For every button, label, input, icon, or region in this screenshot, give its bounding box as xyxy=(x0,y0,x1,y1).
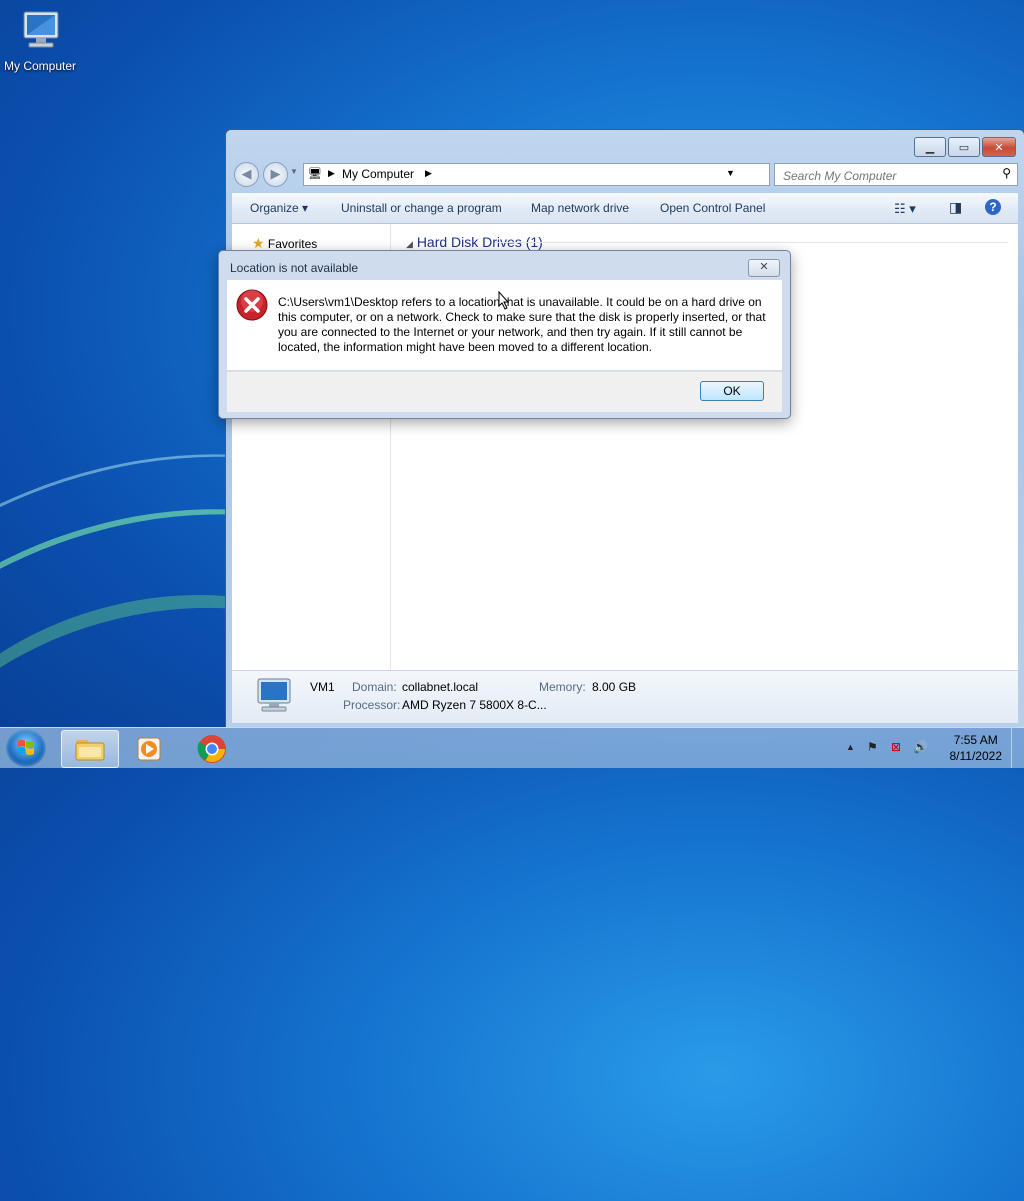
forward-button[interactable]: ▶ xyxy=(263,162,288,187)
error-dialog: Location is not available ✕ C:\Users\vm1… xyxy=(218,250,791,419)
change-view-icon[interactable]: ☷ ▾ xyxy=(894,201,916,217)
command-bar: Organize ▾ Uninstall or change a program… xyxy=(232,193,1018,224)
search-icon[interactable]: ⚲ xyxy=(1002,166,1011,180)
address-dropdown-icon[interactable]: ▼ xyxy=(726,168,735,178)
dialog-title: Location is not available xyxy=(230,261,359,275)
folder-icon xyxy=(75,740,105,761)
show-desktop-button[interactable] xyxy=(1011,728,1024,768)
computer-small-icon: 🖥 xyxy=(308,168,322,180)
domain-label: Domain: xyxy=(352,680,397,694)
chrome-icon xyxy=(197,735,226,763)
clock-date: 8/11/2022 xyxy=(949,749,1003,763)
details-pane: VM1 Domain: collabnet.local Memory: 8.00… xyxy=(232,670,1018,723)
error-icon xyxy=(236,289,268,321)
taskbar: ▲ ⚑ ⊠ 🔊 7:55 AM 8/11/2022 xyxy=(0,727,1024,768)
address-bar[interactable]: 🖥 ▶ My Computer ▶ ▼ ⇆ xyxy=(303,163,839,186)
processor-label: Processor: xyxy=(343,698,401,712)
computer-icon xyxy=(23,11,59,48)
clock-time: 7:55 AM xyxy=(953,733,998,747)
recent-pages-icon[interactable]: ▼ xyxy=(290,167,298,176)
clock[interactable]: 7:55 AM 8/11/2022 xyxy=(950,732,1003,764)
star-icon: ★ xyxy=(252,235,265,251)
breadcrumb-chevron-icon[interactable]: ▶ xyxy=(425,168,432,179)
close-icon: ✕ xyxy=(994,141,1004,154)
computer-icon xyxy=(257,678,291,712)
dialog-message: C:\Users\vm1\Desktop refers to a locatio… xyxy=(278,295,766,354)
nav-item-label: Favorites xyxy=(267,237,318,251)
open-control-panel-button[interactable]: Open Control Panel xyxy=(660,201,765,215)
mouse-cursor-icon xyxy=(498,291,510,310)
start-button[interactable] xyxy=(6,729,46,767)
minimize-button[interactable]: ▁ xyxy=(914,137,946,157)
map-network-drive-button[interactable]: Map network drive xyxy=(531,201,629,215)
forward-arrow-icon: ▶ xyxy=(270,166,281,181)
maximize-button[interactable]: ▭ xyxy=(948,137,980,157)
taskbar-explorer-button[interactable] xyxy=(61,730,119,768)
breadcrumb-location[interactable]: My Computer xyxy=(342,167,414,181)
domain-value: collabnet.local xyxy=(402,680,479,694)
media-player-icon xyxy=(137,737,161,761)
preview-pane-icon[interactable]: ◨ xyxy=(949,199,962,216)
desktop-icon-label: My Computer xyxy=(3,59,77,73)
dialog-close-button[interactable]: ✕ xyxy=(748,259,780,277)
network-disconnected-icon[interactable]: ⊠ xyxy=(891,740,901,754)
minimize-icon: ▁ xyxy=(925,141,935,154)
organize-button[interactable]: Organize ▾ xyxy=(250,201,308,215)
breadcrumb-separator-icon[interactable]: ▶ xyxy=(328,168,335,179)
collapse-triangle-icon: ◢ xyxy=(406,239,413,249)
close-button[interactable]: ✕ xyxy=(982,137,1016,157)
action-center-icon[interactable]: ⚑ xyxy=(867,740,878,754)
uninstall-program-button[interactable]: Uninstall or change a program xyxy=(341,201,502,215)
maximize-icon: ▭ xyxy=(958,141,970,154)
close-icon: ✕ xyxy=(759,261,769,273)
taskbar-chrome-button[interactable] xyxy=(184,730,240,766)
back-button[interactable]: ◀ xyxy=(234,162,259,187)
taskbar-media-player-button[interactable] xyxy=(122,730,178,766)
back-arrow-icon: ◀ xyxy=(241,166,252,181)
help-icon[interactable]: ? xyxy=(985,199,1001,215)
show-hidden-icons-icon[interactable]: ▲ xyxy=(846,742,855,752)
desktop-icon-my-computer[interactable]: My Computer xyxy=(2,10,78,73)
section-divider xyxy=(495,242,1008,243)
processor-value: AMD Ryzen 7 5800X 8-C... xyxy=(402,698,547,712)
navigation-row: ◀ ▶ ▼ 🖥 ▶ My Computer ▶ ▼ ⇆ ⚲ xyxy=(234,162,1018,187)
ok-button[interactable]: OK xyxy=(700,381,764,401)
memory-label: Memory: xyxy=(539,680,586,694)
volume-icon[interactable]: 🔊 xyxy=(913,740,928,754)
caption-buttons: ▁ ▭ ✕ xyxy=(912,137,1016,157)
search-box[interactable]: ⚲ xyxy=(774,163,1018,186)
windows-logo-icon xyxy=(18,740,34,755)
memory-value: 8.00 GB xyxy=(592,680,637,694)
computer-name: VM1 xyxy=(310,680,335,694)
search-input[interactable] xyxy=(781,168,985,184)
explorer-window: ▁ ▭ ✕ ◀ ▶ ▼ 🖥 ▶ My Computer ▶ ▼ ⇆ ⚲ Orga… xyxy=(225,129,1024,728)
dialog-footer: OK xyxy=(227,371,782,412)
